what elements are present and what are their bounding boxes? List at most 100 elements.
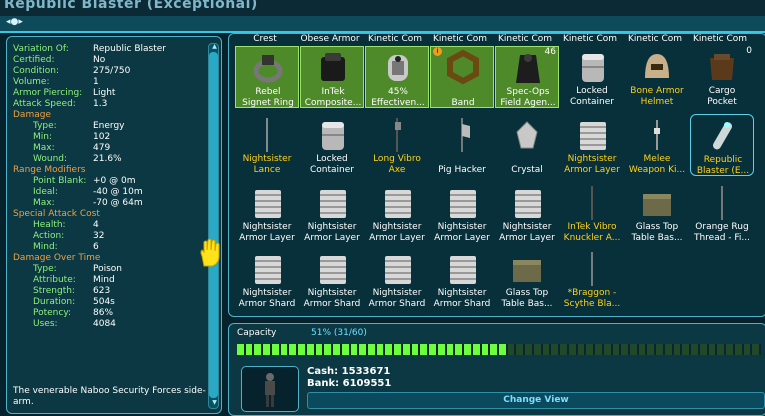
- inventory-item[interactable]: 46 Spec-Ops Field Agen...: [495, 46, 559, 108]
- capacity-segment: [507, 344, 515, 355]
- inventory-item[interactable]: Nightsister Armor Shard: [235, 248, 299, 310]
- window-toolbar: [0, 16, 765, 32]
- inventory-item-label: Band: [451, 98, 475, 108]
- inventory-item[interactable]: Nightsister Armor Shard: [430, 248, 494, 310]
- attribute-label: Health:: [33, 220, 66, 230]
- inventory-item[interactable]: Locked Container: [300, 114, 364, 176]
- partial-item-label: Kinetic Com: [367, 34, 423, 44]
- inventory-item[interactable]: Glass Top Table Bas...: [495, 248, 559, 310]
- attribute-label: Max:: [33, 143, 55, 153]
- change-view-button[interactable]: Change View: [307, 392, 765, 409]
- attribute-value: 21.6%: [93, 154, 122, 164]
- attribute-value: Republic Blaster: [93, 44, 166, 54]
- inventory-item[interactable]: Republic Blaster (E...: [690, 114, 754, 176]
- inventory-item-label: Armor Shard: [368, 299, 426, 309]
- attribute-value: -70 @ 64m: [93, 198, 143, 208]
- inventory-item[interactable]: Melee Weapon Ki...: [625, 114, 689, 176]
- inventory-item[interactable]: Pig Hacker: [430, 114, 494, 176]
- inventory-item[interactable]: Nightsister Armor Shard: [365, 248, 429, 310]
- blaster-icon: [713, 122, 732, 150]
- title-bar: Republic Blaster (Exceptional): [0, 0, 765, 17]
- inventory-item-label: Nightsister: [307, 222, 357, 232]
- armor-icon: [450, 256, 476, 284]
- attribute-value: 102: [93, 132, 111, 142]
- inventory-item[interactable]: 45% Effectiven...: [365, 46, 429, 108]
- attribute-value: 6: [93, 242, 99, 252]
- inventory-item-label: *Braggon -: [567, 288, 617, 298]
- partial-item-label: Obese Armor: [300, 34, 360, 44]
- cash-amount: Cash: 1533671: [307, 366, 390, 377]
- capacity-segment: [245, 344, 253, 355]
- inventory-item-label: Field Agen...: [500, 98, 556, 108]
- attribute-label: Ideal:: [33, 187, 58, 197]
- inventory-item[interactable]: Nightsister Armor Layer: [560, 114, 624, 176]
- hacker-icon: [461, 118, 470, 152]
- attribute-row: Wound: 21.6%: [13, 154, 209, 165]
- inventory-item[interactable]: Nightsister Armor Shard: [300, 248, 364, 310]
- inventory-item[interactable]: Nightsister Armor Layer: [365, 182, 429, 244]
- inventory-item-label: Armor Layer: [304, 233, 360, 243]
- inventory-item[interactable]: InTek Vibro Knuckler A...: [560, 182, 624, 244]
- attribute-label: Duration:: [33, 297, 76, 307]
- inventory-item[interactable]: i Band: [430, 46, 494, 108]
- inventory-item[interactable]: Orange Rug Thread - Fi...: [690, 182, 754, 244]
- bank-value: 6109551: [342, 378, 392, 389]
- inventory-item[interactable]: Nightsister Armor Layer: [300, 182, 364, 244]
- capacity-segment: [577, 344, 585, 355]
- inventory-item[interactable]: Nightsister Armor Layer: [495, 182, 559, 244]
- attributes-scrollbar[interactable]: [208, 43, 219, 409]
- inventory-item[interactable]: InTek Composite...: [300, 46, 364, 108]
- scroll-up-icon[interactable]: ▲: [211, 44, 218, 50]
- attribute-row: Volume: 1: [13, 77, 209, 88]
- axe-icon: [395, 118, 401, 152]
- capacity-segment: [533, 344, 541, 355]
- inventory-item-label: Knuckler A...: [563, 233, 621, 243]
- attribute-label: Uses:: [33, 319, 58, 329]
- capacity-segment: [446, 344, 454, 355]
- inventory-item[interactable]: 0 Cargo Pocket: [690, 46, 754, 108]
- inventory-item[interactable]: *Braggon - Scythe Bla...: [560, 248, 624, 310]
- attribute-value: 1: [93, 77, 99, 87]
- inventory-item[interactable]: Nightsister Armor Layer: [235, 182, 299, 244]
- knuckler-icon: [591, 186, 593, 220]
- collapse-arrows-icon[interactable]: ◂●▸: [6, 17, 23, 27]
- inventory-item[interactable]: Bone Armor Helmet: [625, 46, 689, 108]
- inventory-item[interactable]: Rebel Signet Ring: [235, 46, 299, 108]
- inventory-item[interactable]: Nightsister Lance: [235, 114, 299, 176]
- scroll-down-icon[interactable]: ▼: [211, 400, 218, 406]
- capacity-segment: [673, 344, 681, 355]
- inventory-item-label: Long Vibro: [373, 154, 421, 164]
- inventory-panel: Crest Obese Armor Kinetic Com Kinetic Com Ki…: [228, 33, 765, 317]
- item-count: 46: [544, 47, 556, 57]
- attribute-value: 623: [93, 286, 111, 296]
- inventory-item-label: Nightsister: [437, 222, 487, 232]
- inventory-item-label: Pocket: [707, 97, 737, 107]
- attribute-row: Attribute: Mind: [13, 275, 209, 286]
- capacity-segment: [743, 344, 751, 355]
- attribute-value: +0 @ 0m: [93, 176, 136, 186]
- attribute-value: 86%: [93, 308, 114, 318]
- attribute-row: Max: -70 @ 64m: [13, 198, 209, 209]
- inventory-item[interactable]: Glass Top Table Bas...: [625, 182, 689, 244]
- attribute-value: -40 @ 10m: [93, 187, 143, 197]
- rug-icon: [721, 186, 723, 220]
- info-badge-icon: i: [433, 47, 442, 56]
- capacity-label: Capacity: [237, 328, 277, 338]
- partial-item-label: Kinetic Com: [627, 34, 683, 44]
- armor-icon: [385, 190, 411, 218]
- attribute-value: Mind: [93, 275, 115, 285]
- inventory-item[interactable]: Long Vibro Axe: [365, 114, 429, 176]
- inventory-item[interactable]: Crystal: [495, 114, 559, 176]
- capacity-segment: [490, 344, 497, 355]
- attribute-label: Action:: [33, 231, 65, 241]
- inventory-item[interactable]: Nightsister Armor Layer: [430, 182, 494, 244]
- capacity-segment: [298, 344, 305, 355]
- inventory-item[interactable]: Locked Container: [560, 46, 624, 108]
- pocket-icon: [710, 54, 734, 80]
- attribute-label: Min:: [33, 132, 53, 142]
- inventory-item-label: Spec-Ops: [506, 87, 550, 97]
- attributes-scrollbar-thumb[interactable]: [209, 52, 218, 398]
- character-figure-icon: [265, 373, 275, 407]
- capacity-segment: [385, 344, 393, 355]
- inventory-item-label: Armor Layer: [239, 233, 295, 243]
